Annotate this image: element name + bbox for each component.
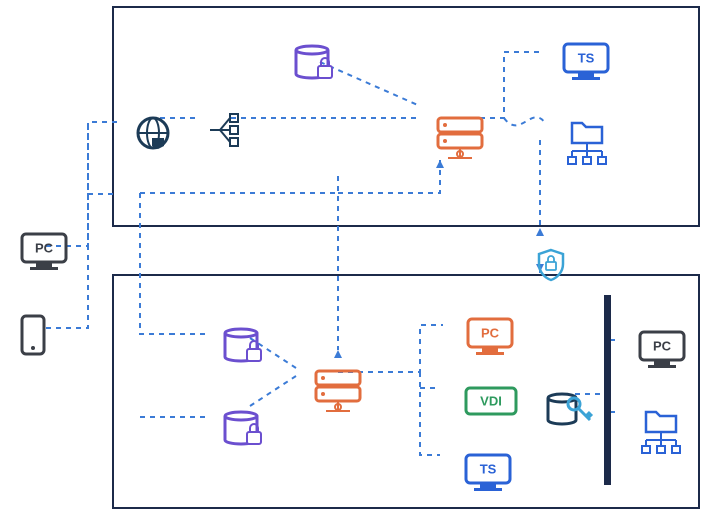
file-share-icon — [642, 412, 680, 453]
nodes-group: PC TS PC VDI TS PC — [22, 44, 684, 491]
globe-secure-icon — [138, 118, 168, 149]
svg-text:PC: PC — [35, 241, 54, 256]
client-pc-icon: PC — [22, 234, 66, 270]
connection — [140, 193, 170, 334]
connection — [338, 325, 443, 372]
terminal-server-icon: TS — [564, 44, 608, 80]
vdi-icon: VDI — [466, 388, 516, 414]
connection — [504, 117, 545, 125]
firewall-icon — [604, 295, 611, 485]
database-key-icon — [548, 394, 592, 424]
database-lock-icon — [225, 329, 261, 361]
connection — [250, 376, 296, 406]
svg-text:TS: TS — [578, 51, 595, 66]
pc-icon: PC — [640, 332, 684, 368]
connection — [460, 52, 539, 118]
file-share-icon — [568, 123, 606, 164]
connections — [46, 52, 620, 455]
connection — [140, 160, 440, 193]
connection — [420, 372, 440, 455]
server-icon — [438, 118, 482, 158]
svg-text:VDI: VDI — [480, 394, 502, 409]
client-mobile-icon — [22, 316, 44, 354]
pc-icon: PC — [468, 319, 512, 355]
database-lock-icon — [225, 412, 261, 444]
svg-text:PC: PC — [653, 339, 672, 354]
connection — [320, 62, 420, 106]
server-icon — [316, 371, 360, 411]
svg-text:PC: PC — [481, 326, 500, 341]
connection — [46, 122, 88, 328]
svg-text:TS: TS — [480, 462, 497, 477]
zone-lower — [113, 275, 699, 508]
architecture-diagram: PC TS PC VDI TS PC — [0, 0, 705, 521]
connection — [46, 122, 120, 246]
database-lock-icon — [296, 46, 332, 78]
terminal-server-icon: TS — [466, 455, 510, 491]
